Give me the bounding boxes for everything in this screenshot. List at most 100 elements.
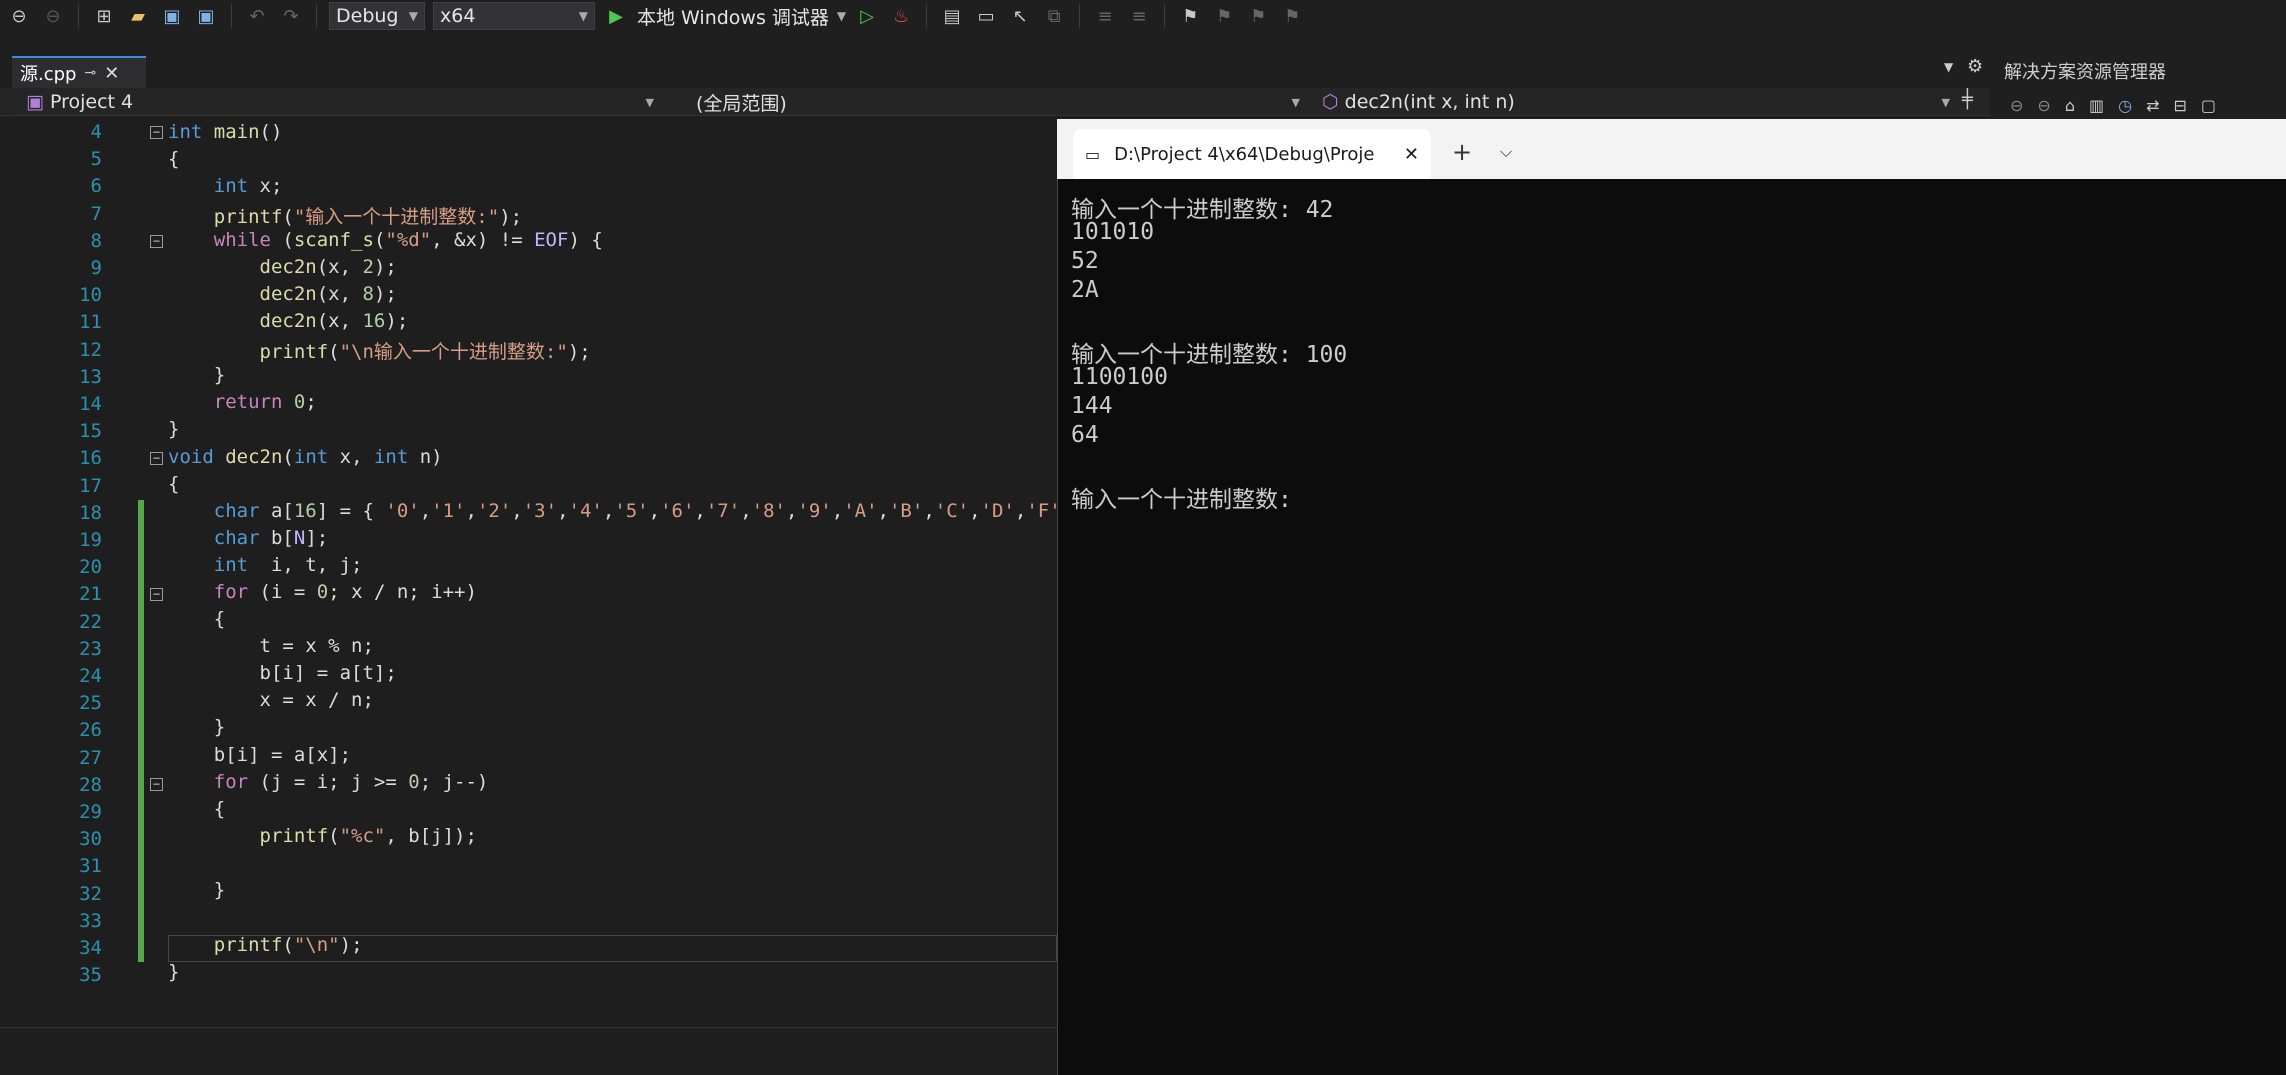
code-line: dec2n(x, 8); xyxy=(259,283,397,305)
pointer-icon[interactable]: ↖ xyxy=(1007,3,1033,29)
code-line: } xyxy=(168,364,226,386)
code-line: char a[16] = { '0','1','2','3','4','5','… xyxy=(213,500,1095,522)
platform-select[interactable]: x64 ▼ xyxy=(433,2,595,30)
browse-icon[interactable]: ▤ xyxy=(939,3,965,29)
outdent-icon[interactable]: ≡ xyxy=(1126,3,1152,29)
chevron-down-icon[interactable]: ▼ xyxy=(837,9,846,23)
line-number: 29 xyxy=(79,801,102,823)
close-icon[interactable]: ✕ xyxy=(1404,144,1419,165)
main-toolbar: ⊖ ⊖ ⊞ ▰ ▣ ▣ ↶ ↷ Debug ▼ x64 ▼ ▶ 本地 Windows… xyxy=(0,0,2286,32)
next-bookmark-icon[interactable]: ⚑ xyxy=(1245,3,1271,29)
code-line: printf("\n输入一个十进制整数:"); xyxy=(259,341,591,363)
line-number: 24 xyxy=(79,665,102,687)
sync-icon[interactable]: ⇄ xyxy=(2146,96,2159,115)
console-window[interactable] xyxy=(1057,119,2286,1075)
scope-name: (全局范围) xyxy=(696,92,787,115)
member-dropdown[interactable]: ⬡ dec2n(int x, int n) ▼ xyxy=(1316,89,1956,115)
fold-toggle[interactable]: − xyxy=(150,235,163,248)
console-line: 101010 xyxy=(1071,219,1155,245)
play-icon[interactable]: ▶ xyxy=(603,3,629,29)
clear-bookmarks-icon[interactable]: ⚑ xyxy=(1279,3,1305,29)
redo-icon[interactable]: ↷ xyxy=(278,3,304,29)
line-number: 34 xyxy=(79,937,102,959)
code-line: int i, t, j; xyxy=(213,554,363,576)
home-icon[interactable]: ⌂ xyxy=(2065,96,2075,115)
line-number: 15 xyxy=(79,420,102,443)
solution-explorer-toolbar: ⊖ ⊖ ⌂ ▥ ◷ ⇄ ⊟ ▢ xyxy=(2010,96,2216,115)
line-number: 16 xyxy=(79,447,102,470)
fold-toggle[interactable]: − xyxy=(150,778,163,791)
code-line: dec2n(x, 16); xyxy=(259,310,409,332)
save-all-icon[interactable]: ▣ xyxy=(193,3,219,29)
start-without-debug-icon[interactable]: ▷ xyxy=(854,3,880,29)
document-tab-strip xyxy=(0,56,1990,88)
hot-reload-icon[interactable]: ♨ xyxy=(888,3,914,29)
tab-overflow-icon[interactable]: ▼ xyxy=(1944,60,1953,74)
undo-icon[interactable]: ↶ xyxy=(244,3,270,29)
pin-icon[interactable]: ⊸ xyxy=(84,65,96,81)
fold-toggle[interactable]: − xyxy=(150,588,163,601)
show-all-icon[interactable]: ▢ xyxy=(2201,96,2216,115)
editor-status-strip xyxy=(0,1027,1057,1075)
pending-changes-icon[interactable]: ◷ xyxy=(2118,96,2132,115)
code-line: for (i = 0; x / n; i++) xyxy=(213,581,477,603)
gear-icon[interactable]: ⚙ xyxy=(1967,56,1983,77)
chevron-down-icon[interactable]: ⌵ xyxy=(1500,142,1512,162)
code-line: { xyxy=(168,473,180,495)
line-number: 21 xyxy=(79,583,102,606)
line-number: 5 xyxy=(90,148,102,171)
code-line: } xyxy=(168,961,180,983)
line-number: 19 xyxy=(79,529,102,551)
copy-icon[interactable]: ⧉ xyxy=(1041,3,1067,29)
code-line: } xyxy=(168,418,180,440)
change-marker xyxy=(138,500,144,962)
line-number: 30 xyxy=(79,828,102,851)
solution-explorer-title: 解决方案资源管理器 xyxy=(2004,62,2166,83)
code-line: for (j = i; j >= 0; j--) xyxy=(213,771,489,793)
back-icon[interactable]: ⊖ xyxy=(2010,96,2023,115)
save-icon[interactable]: ▣ xyxy=(159,3,185,29)
console-tab-title: D:\Project 4\x64\Debug\Proje xyxy=(1114,143,1375,165)
run-debugger-button[interactable]: 本地 Windows 调试器 xyxy=(637,3,829,30)
code-editor[interactable] xyxy=(0,117,1057,1027)
new-tab-icon[interactable]: + xyxy=(1452,138,1472,166)
line-number: 26 xyxy=(79,719,102,742)
toolbar-separator xyxy=(316,4,317,28)
code-line: printf("输入一个十进制整数:"); xyxy=(213,206,523,228)
code-line: { xyxy=(168,608,226,630)
code-line: b[i] = a[x]; xyxy=(168,744,352,766)
code-line: } xyxy=(168,879,226,901)
document-tab[interactable]: 源.cpp ⊸ ✕ xyxy=(12,56,146,88)
fold-toggle[interactable]: − xyxy=(150,126,163,139)
collapse-icon[interactable]: ⊟ xyxy=(2173,96,2186,115)
code-line: while (scanf_s("%d", &x) != EOF) { xyxy=(213,229,603,251)
back-icon[interactable]: ⊖ xyxy=(6,3,32,29)
forward-icon[interactable]: ⊖ xyxy=(40,3,66,29)
code-line: b[i] = a[t]; xyxy=(168,662,397,684)
chevron-down-icon: ▼ xyxy=(1941,95,1950,109)
new-project-icon[interactable]: ⊞ xyxy=(91,3,117,29)
close-icon[interactable]: ✕ xyxy=(104,63,119,84)
project-dropdown[interactable]: ▣ Project 4 ▼ xyxy=(20,89,660,115)
switch-view-icon[interactable]: ▥ xyxy=(2089,96,2104,115)
line-number: 17 xyxy=(79,474,102,497)
bookmark-icon[interactable]: ⚑ xyxy=(1177,3,1203,29)
line-number: 31 xyxy=(79,855,102,878)
layout-icon[interactable]: ▭ xyxy=(973,3,999,29)
code-line: dec2n(x, 2); xyxy=(259,256,397,278)
prev-bookmark-icon[interactable]: ⚑ xyxy=(1211,3,1237,29)
split-icon[interactable]: ╪ xyxy=(1962,89,1973,110)
code-line: x = x / n; xyxy=(168,689,374,711)
console-tab[interactable]: ▭ D:\Project 4\x64\Debug\Proje ✕ xyxy=(1073,129,1431,179)
code-line: void dec2n(int x, int n) xyxy=(168,446,443,468)
line-number: 33 xyxy=(79,909,102,932)
indent-icon[interactable]: ≡ xyxy=(1092,3,1118,29)
line-number: 25 xyxy=(79,692,102,715)
console-line: 输入一个十进制整数: xyxy=(1071,487,1292,513)
config-select[interactable]: Debug ▼ xyxy=(329,2,425,30)
chevron-down-icon: ▼ xyxy=(1291,95,1300,109)
open-folder-icon[interactable]: ▰ xyxy=(125,3,151,29)
fold-toggle[interactable]: − xyxy=(150,452,163,465)
forward-icon[interactable]: ⊖ xyxy=(2037,96,2050,115)
scope-dropdown[interactable]: (全局范围) ▼ xyxy=(690,89,1306,115)
